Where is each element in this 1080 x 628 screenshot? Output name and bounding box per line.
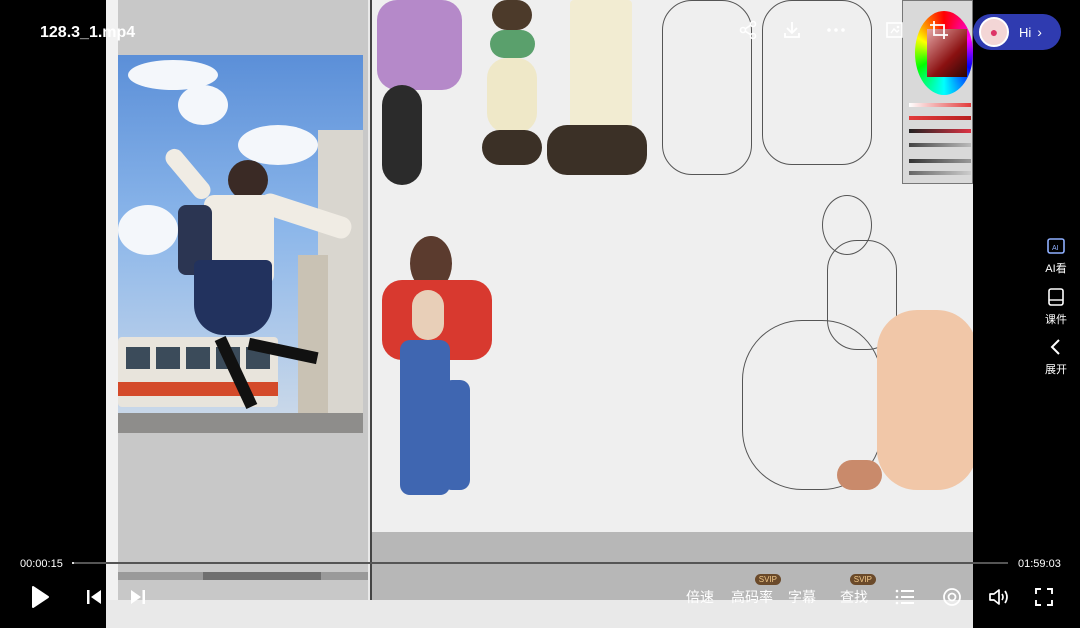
- previous-button[interactable]: [84, 584, 104, 610]
- fullscreen-icon: [1035, 588, 1053, 606]
- chevron-right-icon: ›: [1037, 24, 1042, 40]
- svg-text:AI: AI: [1052, 245, 1059, 252]
- total-time: 01:59:03: [1018, 558, 1061, 570]
- search-button[interactable]: 查找 SVIP: [840, 574, 876, 610]
- assistant-label: Hi: [1019, 24, 1032, 40]
- screenshot-icon[interactable]: [883, 18, 907, 42]
- play-button[interactable]: [28, 584, 52, 610]
- play-icon: [32, 586, 49, 608]
- panel-edge: [106, 0, 118, 600]
- volume-icon: [989, 589, 1008, 605]
- list-icon: [895, 589, 914, 605]
- playlist-button[interactable]: [894, 584, 916, 610]
- svip-badge: SVIP: [849, 574, 876, 585]
- ai-watch-button[interactable]: AI AI看: [1034, 236, 1078, 276]
- focus-mode-button[interactable]: [941, 584, 963, 610]
- expand-label: 展开: [1045, 364, 1067, 376]
- progress-fill: [72, 562, 74, 564]
- quality-label: 高码率: [731, 589, 773, 605]
- ai-image-icon: AI: [1047, 238, 1065, 254]
- courseware-button[interactable]: 课件: [1034, 287, 1078, 327]
- volume-button[interactable]: [988, 584, 1010, 610]
- reference-panel: [106, 0, 368, 600]
- speed-button[interactable]: 倍速: [686, 584, 714, 610]
- fullscreen-button[interactable]: [1033, 584, 1055, 610]
- crop-icon[interactable]: [927, 18, 951, 42]
- progress-bar[interactable]: [72, 562, 1008, 564]
- reference-photo: [118, 55, 363, 433]
- current-time: 00:00:15: [20, 558, 63, 570]
- subtitle-button[interactable]: 字幕: [788, 584, 816, 610]
- search-label: 查找: [840, 589, 868, 605]
- quality-button[interactable]: 高码率 SVIP: [731, 574, 781, 610]
- video-title: 128.3_1.mp4: [40, 24, 136, 41]
- expand-button[interactable]: 展开: [1034, 337, 1078, 377]
- ai-assistant-button[interactable]: ● Hi ›: [973, 14, 1061, 50]
- video-frame[interactable]: [106, 0, 973, 628]
- ai-watch-label: AI看: [1045, 263, 1067, 275]
- share-icon[interactable]: [736, 18, 760, 42]
- target-icon: [943, 588, 961, 606]
- download-icon[interactable]: [780, 18, 804, 42]
- more-icon[interactable]: [824, 18, 848, 42]
- courseware-label: 课件: [1045, 314, 1067, 326]
- speed-label: 倍速: [686, 589, 714, 605]
- svip-badge: SVIP: [754, 574, 781, 585]
- next-button[interactable]: [128, 584, 148, 610]
- courseware-icon: [1048, 288, 1064, 306]
- skip-next-icon: [131, 590, 145, 604]
- skip-previous-icon: [87, 590, 101, 604]
- assistant-avatar-icon: ●: [979, 17, 1009, 47]
- subtitle-label: 字幕: [788, 589, 816, 605]
- canvas-footer: [370, 532, 973, 600]
- drawing-canvas: [370, 0, 973, 532]
- chevron-left-icon: [1050, 339, 1060, 355]
